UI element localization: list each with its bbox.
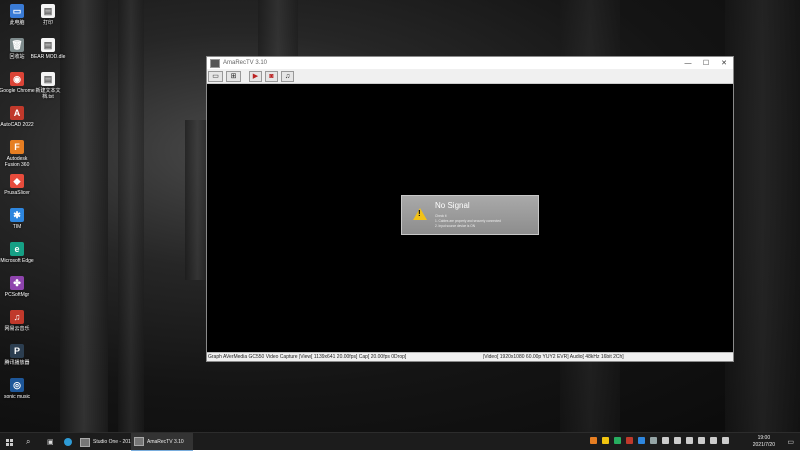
no-signal-check: Check it <box>435 214 447 218</box>
video-viewport[interactable]: ! No Signal Check it 1. Cables are prope… <box>207 84 733 352</box>
amarectv-icon <box>134 437 144 446</box>
record-button[interactable]: ▶ <box>249 70 262 82</box>
autocad-icon: A <box>10 106 24 120</box>
tray-icon[interactable] <box>698 437 705 444</box>
no-signal-panel: ! No Signal Check it 1. Cables are prope… <box>401 195 539 235</box>
tray-icon[interactable] <box>614 437 621 444</box>
prusaslicer-icon: ◆ <box>10 174 24 188</box>
pcsoftmgr-icon: ✤ <box>10 276 24 290</box>
window-title: AmaRecTV 3.10 <box>223 60 268 66</box>
desktop-icon[interactable]: ◆ PrusaSlicer <box>0 174 35 196</box>
desktop-icon-label: Microsoft Edge <box>0 258 34 264</box>
desktop-icon-label: PrusaSlicer <box>4 190 30 196</box>
desktop-icon-label: AutoCAD 2022 <box>0 122 34 128</box>
computer-icon: ▭ <box>10 4 24 18</box>
video-player-icon: P <box>10 344 24 358</box>
tray-icon[interactable] <box>674 437 681 444</box>
tray-icon[interactable] <box>722 437 729 444</box>
wallpaper-tree <box>60 0 108 432</box>
desktop-icon-label: BEAR MOD.dle <box>30 54 66 60</box>
minimize-button[interactable]: — <box>679 57 697 69</box>
desktop-icon[interactable]: ▤ 打印 <box>30 4 66 26</box>
window-titlebar[interactable]: AmaRecTV 3.10 — ☐ ✕ <box>207 57 733 69</box>
chrome-icon: ◉ <box>10 72 24 86</box>
taskbar-app-amarectv[interactable]: AmaRecTV 3.10 <box>131 433 193 451</box>
file-icon: ▤ <box>41 38 55 52</box>
document-icon: ▤ <box>41 4 55 18</box>
desktop-icon[interactable]: A AutoCAD 2022 <box>0 106 35 128</box>
maximize-button[interactable]: ☐ <box>697 57 715 69</box>
tray-icon[interactable] <box>590 437 597 444</box>
desktop-icon[interactable]: F Autodesk Fusion 360 <box>0 140 35 168</box>
status-video-info: |Video[ 1920x1080 60.00p YUY2 EVR] Audio… <box>483 354 624 360</box>
desktop-icon[interactable]: ▤ 新建文本文档.txt <box>30 72 66 100</box>
wallpaper-tree <box>118 0 144 432</box>
notification-icon[interactable]: ▭ <box>787 433 794 451</box>
amarectv-icon <box>210 58 220 68</box>
text-file-icon: ▤ <box>41 72 55 86</box>
tray-icon[interactable] <box>638 437 645 444</box>
tray-icon[interactable] <box>710 437 717 444</box>
no-signal-line: 2. Input source device is ON <box>435 224 476 228</box>
edge-icon: e <box>10 242 24 256</box>
windows-icon <box>6 438 13 446</box>
desktop-icon-label: 腾讯播放器 <box>4 360 30 366</box>
desktop-icon-label: sonic music <box>3 394 31 400</box>
settings-button[interactable]: ▭ <box>208 70 223 82</box>
status-graph-info: Graph AVerMedia GC550 Video Capture |Vie… <box>208 354 407 360</box>
tray-icon[interactable] <box>626 437 633 444</box>
recycle-bin-icon: 🗑 <box>10 38 24 52</box>
taskbar: ⌕ ▣ Studio One - 201... AmaRecTV 3.10 19… <box>0 432 800 451</box>
desktop-icon[interactable]: ✤ PCSoftMgr <box>0 276 35 298</box>
start-button[interactable] <box>6 433 13 451</box>
no-signal-line: 1. Cables are properly and securely conn… <box>435 219 501 223</box>
studio-one-icon <box>80 437 90 447</box>
desktop-icon-label: 新建文本文档.txt <box>35 88 61 100</box>
status-bar: Graph AVerMedia GC550 Video Capture |Vie… <box>207 352 733 361</box>
desktop-icon[interactable]: ✱ TIM <box>0 208 35 230</box>
close-button[interactable]: ✕ <box>715 57 733 69</box>
search-icon[interactable]: ⌕ <box>26 433 30 451</box>
clock[interactable]: 19:00 2021/7/20 <box>753 435 775 449</box>
desktop-icon[interactable]: e Microsoft Edge <box>0 242 35 264</box>
fusion360-icon: F <box>10 140 24 154</box>
netease-music-icon: ♫ <box>10 310 24 324</box>
tray-icon[interactable] <box>602 437 609 444</box>
desktop-icon[interactable]: ♫ 网易云音乐 <box>0 310 35 332</box>
wallpaper-tree <box>258 0 298 60</box>
toolbar: ▭ ⊞ ▶ ◙ ♫ <box>207 69 733 84</box>
desktop-icon-label: PCSoftMgr <box>4 292 30 298</box>
capture-button[interactable]: ◙ <box>265 70 278 82</box>
tray-icon[interactable] <box>686 437 693 444</box>
amarectv-window[interactable]: AmaRecTV 3.10 — ☐ ✕ ▭ ⊞ ▶ ◙ ♫ ! No Signa… <box>206 56 734 362</box>
desktop-icon[interactable]: ◎ sonic music <box>0 378 35 400</box>
graph-button[interactable]: ⊞ <box>226 70 241 82</box>
audio-button[interactable]: ♫ <box>281 70 294 82</box>
desktop-icon[interactable]: ▤ BEAR MOD.dle <box>30 38 66 60</box>
wallpaper-tree <box>725 0 800 432</box>
tim-icon: ✱ <box>10 208 24 222</box>
no-signal-heading: No Signal <box>435 201 470 210</box>
task-view-icon[interactable]: ▣ <box>47 433 54 451</box>
desktop-icon-label: TIM <box>12 224 22 230</box>
desktop-icon-label: 网易云音乐 <box>4 326 30 332</box>
tray-icon[interactable] <box>662 437 669 444</box>
headphones-icon: ◎ <box>10 378 24 392</box>
desktop-icon-label: 打印 <box>42 20 53 26</box>
desktop-icon-label: Autodesk Fusion 360 <box>4 156 30 168</box>
desktop-icon[interactable]: P 腾讯播放器 <box>0 344 35 366</box>
tray-icon[interactable] <box>650 437 657 444</box>
